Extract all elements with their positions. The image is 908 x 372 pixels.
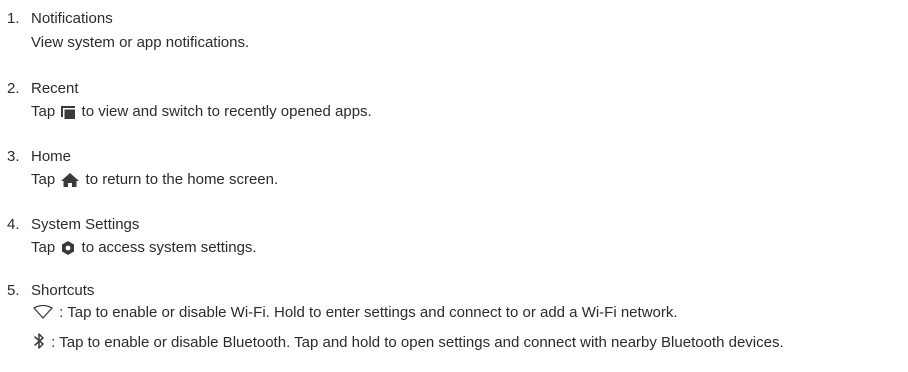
item-number: 3.: [7, 148, 20, 165]
wifi-shortcut-text: : Tap to enable or disable Wi-Fi. Hold t…: [59, 304, 678, 321]
item-title: Notifications: [31, 10, 113, 27]
bluetooth-shortcut-description: : Tap to enable or disable Bluetooth. Ta…: [31, 332, 888, 354]
wifi-shortcut-description: : Tap to enable or disable Wi-Fi. Hold t…: [31, 304, 678, 322]
item-number: 4.: [7, 216, 20, 233]
tap-text: Tap: [31, 239, 56, 256]
item-title: Shortcuts: [31, 282, 95, 299]
instruction-text: to access system settings.: [81, 239, 257, 256]
item-title: System Settings: [31, 216, 140, 233]
item-number: 1.: [7, 10, 20, 27]
item-description: View system or app notifications.: [31, 34, 250, 51]
item-description: Tap to return to the home screen.: [31, 171, 278, 189]
item-number: 5.: [7, 282, 20, 299]
item-title: Home: [31, 148, 72, 165]
tap-text: Tap: [31, 103, 56, 120]
item-title: Recent: [31, 80, 79, 97]
recent-apps-icon: [61, 106, 76, 119]
item-description: Tap to view and switch to recently opene…: [31, 103, 372, 121]
settings-hexagon-icon: [61, 241, 75, 255]
wifi-icon: [33, 305, 53, 319]
instruction-text: to view and switch to recently opened ap…: [81, 103, 372, 120]
tap-text: Tap: [31, 171, 56, 188]
item-number: 2.: [7, 80, 20, 97]
bluetooth-icon: [33, 333, 45, 349]
home-icon: [61, 173, 80, 187]
instruction-text: to return to the home screen.: [85, 171, 279, 188]
item-description: Tap to access system settings.: [31, 239, 257, 257]
bluetooth-shortcut-text: : Tap to enable or disable Bluetooth. Ta…: [51, 334, 784, 351]
